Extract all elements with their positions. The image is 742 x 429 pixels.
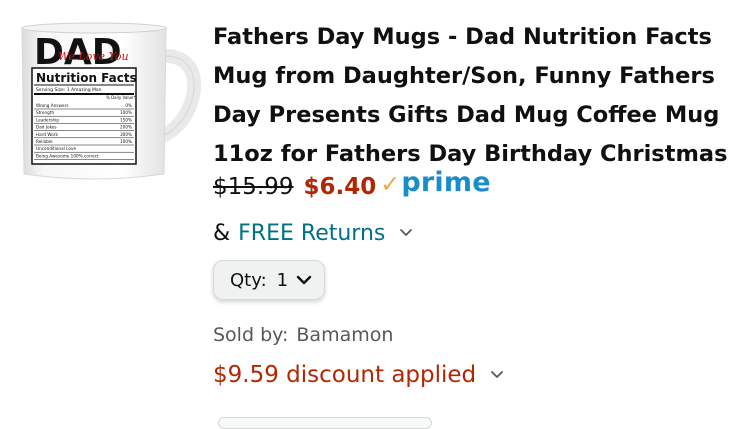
mug-daily: % Daily Value* [106, 95, 135, 100]
mug-row-name: Reliable [36, 139, 53, 144]
product-info: Fathers Day Mugs - Dad Nutrition Facts M… [213, 18, 738, 396]
quantity-label: Qty: [230, 269, 267, 291]
price-row: $15.99 $6.40 ✓ prime [213, 167, 738, 212]
prime-badge: ✓ prime [380, 167, 491, 198]
mug-row-value: 100% [120, 110, 132, 115]
quantity-dropdown[interactable]: Qty: 1 [213, 260, 326, 300]
checkmark-icon: ✓ [380, 170, 401, 198]
mug-panel-title: Nutrition Facts [36, 71, 137, 85]
mug-row-name: Being Awesome 100% correct [36, 153, 99, 158]
mug-row-value: 100% [120, 139, 132, 144]
quantity-wrapper: Qty: 1 [213, 260, 738, 312]
mug-row-name: Wrong Answers [36, 103, 68, 108]
free-returns-link[interactable]: FREE Returns [238, 221, 385, 246]
mug-row-value: 200% [120, 125, 132, 130]
mug-serving: Serving Size: 1 Amazing Man [36, 87, 102, 93]
returns-prefix: & [213, 220, 231, 246]
mug-row-value: 150% [120, 117, 132, 122]
product-title[interactable]: Fathers Day Mugs - Dad Nutrition Facts M… [213, 18, 738, 174]
mug-script-text: We Love You [58, 50, 129, 63]
mug-illustration: DAD We Love You Nutrition Facts Serving … [21, 22, 202, 180]
discount-row[interactable]: $9.59 discount applied [213, 354, 738, 396]
discount-text[interactable]: $9.59 discount applied [213, 362, 476, 388]
mug-row-name: Strength [36, 110, 54, 115]
mug-row-name: Dad Jokes [36, 125, 57, 130]
chevron-down-icon[interactable] [490, 368, 504, 382]
quantity-value: 1 [276, 269, 289, 291]
next-button-edge[interactable] [218, 417, 432, 429]
list-price: $15.99 [213, 174, 294, 200]
sale-price: $6.40 [303, 174, 377, 200]
chevron-down-icon [296, 275, 312, 285]
mug-row-name: Leadership [36, 117, 59, 122]
mug-row-name: Unconditional Love [36, 146, 76, 151]
chevron-down-icon[interactable] [399, 226, 413, 240]
sold-by-label: Sold by: [213, 324, 289, 346]
sold-by-row: Sold by: Bamamon [213, 318, 738, 352]
returns-row: & FREE Returns [213, 212, 738, 254]
seller-name: Bamamon [296, 324, 394, 346]
product-image[interactable]: DAD We Love You Nutrition Facts Serving … [14, 14, 202, 186]
prime-label: prime [401, 167, 491, 198]
mug-row-name: Hard Work [36, 132, 59, 137]
mug-row-value: 300% [120, 132, 132, 137]
mug-row-value: 0% [125, 103, 132, 108]
